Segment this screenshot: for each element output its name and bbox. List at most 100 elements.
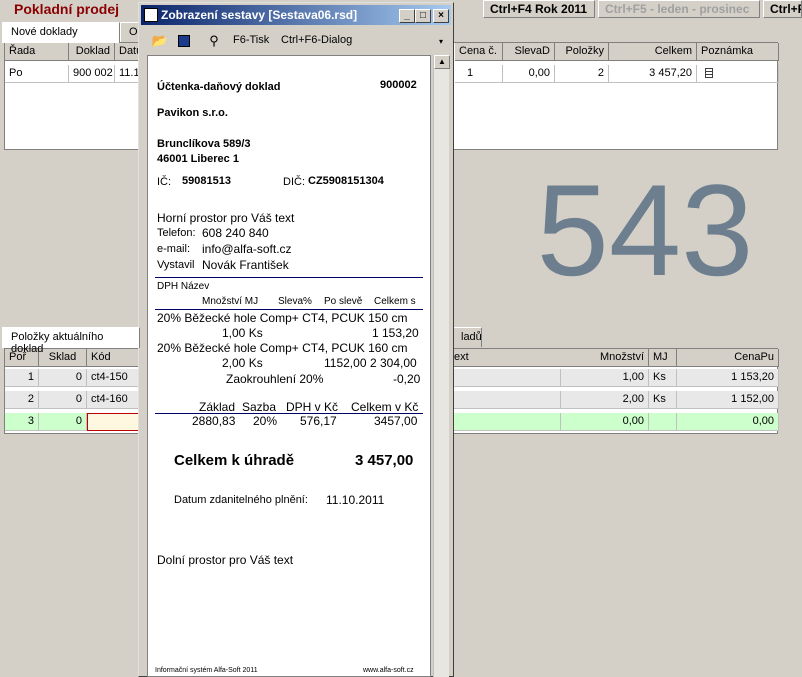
year-button[interactable]: Ctrl+F4 Rok 2011 (483, 0, 595, 18)
top-text: Horní prostor pro Váš text (157, 211, 295, 225)
date-label: Datum zdanitelného plnění: (174, 494, 308, 506)
items-head-qty: Množství MJ (202, 296, 259, 307)
divider (155, 277, 423, 278)
big-number-display: 543 (536, 157, 754, 303)
app-title: Pokladní prodej (14, 1, 120, 17)
item-line: 20% Běžecké hole Comp+ CT4, PCUK 160 cm (157, 341, 408, 355)
dialog-title: Zobrazení sestavy [Sestava06.rsd] (161, 8, 358, 22)
table-row-sklad[interactable]: 0 (39, 413, 87, 431)
month-range-button[interactable]: Ctrl+F5 - leden - prosinec (598, 0, 760, 18)
table-row-por[interactable]: 2 (5, 391, 39, 409)
report-dialog: Zobrazení sestavy [Sestava06.rsd] _ □ × … (138, 2, 454, 677)
rounding-label: Zaokrouhlení 20% (226, 372, 324, 386)
tax-rate: 20% (253, 414, 278, 428)
ic-label: IČ: (157, 176, 172, 188)
table-row-text[interactable] (450, 391, 561, 409)
col-kod[interactable]: Kód (87, 349, 139, 367)
extra-button[interactable]: Ctrl+F (763, 0, 802, 18)
table-row-kod[interactable]: ct4-160 (87, 391, 139, 409)
email-label: e-mail: (157, 243, 191, 255)
col-cena[interactable]: Cena č. (455, 43, 503, 61)
table-row-cena[interactable]: 0,00 (677, 413, 779, 431)
vertical-scrollbar[interactable]: ▲ (433, 55, 450, 677)
col-mj[interactable]: MJ (649, 349, 677, 367)
col-sklad[interactable]: Sklad (39, 349, 87, 367)
company-name: Pavikon s.r.o. (157, 107, 228, 119)
maximize-icon[interactable]: □ (415, 9, 431, 23)
scroll-up-icon[interactable]: ▲ (434, 55, 450, 69)
col-datum[interactable]: Datu (115, 43, 139, 61)
print-button[interactable]: F6-Tisk (233, 34, 269, 46)
tab-current-items[interactable]: Položky aktuálního doklad (2, 327, 140, 355)
rounding-value: -0,20 (393, 372, 421, 386)
tax-vat: 576,17 (300, 414, 337, 428)
table-row-sklad[interactable]: 0 (39, 369, 87, 387)
tab-new-documents[interactable]: Nové doklady (2, 22, 120, 43)
table-row-por[interactable]: 3 (5, 413, 39, 431)
dialog-titlebar[interactable]: Zobrazení sestavy [Sestava06.rsd] _ □ × (141, 5, 451, 25)
phone-label: Telefon: (157, 227, 196, 239)
items-head-total: Celkem s (374, 296, 416, 307)
tax-head-total: Celkem v Kč (351, 400, 419, 414)
toolbar-overflow-icon[interactable]: ▾ (439, 37, 443, 46)
note-icon[interactable] (705, 68, 713, 78)
footer-left: Informační systém Alfa-Soft 2011 (155, 667, 258, 674)
item-qty: 1,00 Ks (222, 326, 263, 340)
cell-sleva[interactable]: 0,00 (503, 65, 555, 83)
minimize-icon[interactable]: _ (399, 9, 415, 23)
issued-label: Vystavil (157, 259, 195, 271)
table-row-text[interactable] (450, 413, 561, 431)
code-input[interactable] (87, 413, 139, 431)
tax-head-vat: DPH v Kč (286, 400, 339, 414)
cell-rada[interactable]: Po (5, 65, 69, 83)
col-poznamka[interactable]: Poznámka (697, 43, 779, 61)
close-icon[interactable]: × (433, 9, 449, 23)
cell-celkem[interactable]: 3 457,20 (609, 65, 697, 83)
table-row-mnozstvi[interactable]: 1,00 (561, 369, 649, 387)
table-row-mj[interactable] (649, 413, 677, 431)
issued-value: Novák František (202, 258, 289, 272)
table-row-mnozstvi[interactable]: 0,00 (561, 413, 649, 431)
table-row-cena[interactable]: 1 153,20 (677, 369, 779, 387)
table-row-mj[interactable]: Ks (649, 391, 677, 409)
table-row-cena[interactable]: 1 152,00 (677, 391, 779, 409)
item-total: 2 304,00 (370, 356, 417, 370)
window-icon (144, 8, 158, 22)
col-mnozstvi[interactable]: Množství (561, 349, 649, 367)
table-row-text[interactable] (450, 369, 561, 387)
col-sleva[interactable]: SlevaD (503, 43, 555, 61)
col-polozky[interactable]: Položky (555, 43, 609, 61)
cell-polozky[interactable]: 2 (555, 65, 609, 83)
cell-poznamka[interactable] (697, 65, 779, 83)
cell-datum[interactable]: 11.1 (115, 65, 139, 83)
dialog-button[interactable]: Ctrl+F6-Dialog (281, 34, 352, 46)
table-row-mj[interactable]: Ks (649, 369, 677, 387)
table-row-sklad[interactable]: 0 (39, 391, 87, 409)
col-celkem[interactable]: Celkem (609, 43, 697, 61)
tab-warehouses[interactable]: ladů (452, 327, 482, 347)
table-row-kod[interactable]: ct4-150 (87, 369, 139, 387)
receipt-number: 900002 (380, 79, 417, 91)
company-street: Brunclíkova 589/3 (157, 138, 251, 150)
total-value: 3 457,00 (355, 452, 414, 469)
col-rada[interactable]: Řada (5, 43, 69, 61)
table-row-por[interactable]: 1 (5, 369, 39, 387)
tax-base: 2880,83 (192, 414, 236, 428)
receipt-preview: Účtenka-daňový doklad 900002 Pavikon s.r… (147, 55, 431, 677)
save-icon[interactable] (175, 32, 193, 50)
table-row-mnozstvi[interactable]: 2,00 (561, 391, 649, 409)
ic-value: 59081513 (182, 175, 231, 187)
phone-value: 608 240 840 (202, 226, 269, 240)
col-cenapu[interactable]: CenaPu (677, 349, 779, 367)
dic-value: CZ5908151304 (308, 175, 384, 187)
open-folder-icon[interactable]: 📂 (151, 32, 169, 50)
cell-doklad[interactable]: 900 002 (69, 65, 115, 83)
tax-head-rate: Sazba (242, 400, 277, 414)
item-qty: 2,00 Ks (222, 356, 263, 370)
find-icon[interactable]: ⚲ (205, 32, 223, 50)
bottom-text: Dolní prostor pro Váš text (157, 553, 294, 567)
item-after: 1152,00 (324, 356, 367, 370)
tax-head-base: Základ (199, 400, 236, 414)
cell-cena[interactable]: 1 (455, 65, 503, 83)
col-doklad[interactable]: Doklad (69, 43, 115, 61)
